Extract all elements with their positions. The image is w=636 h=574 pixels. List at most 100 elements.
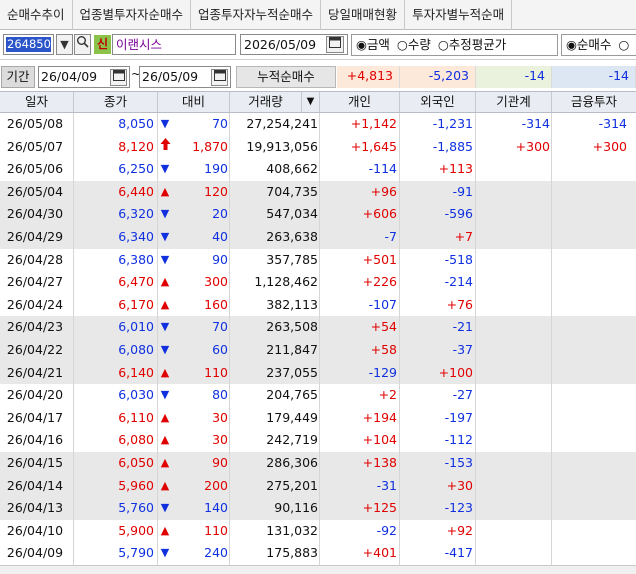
row-institution: [476, 452, 550, 475]
row-institution: [476, 407, 550, 430]
tab-sector-investor-net-buy[interactable]: 업종별투자자순매수: [73, 0, 192, 30]
header-institution[interactable]: 기관계: [476, 92, 552, 112]
table-row[interactable]: 26/04/30 6,320 ▼ 20 547,034 +606 -596: [0, 203, 636, 226]
row-change: 140: [204, 500, 228, 516]
row-foreign: -197: [444, 409, 473, 425]
radio-quantity[interactable]: ○수량: [397, 37, 431, 52]
row-foreign: -123: [444, 500, 473, 516]
row-change: 160: [204, 296, 228, 312]
row-financial: [552, 362, 627, 385]
column-divider: [551, 113, 552, 565]
table-row[interactable]: 26/05/08 8,050 ▼ 70 27,254,241 +1,142 -1,231 -3…: [0, 113, 636, 136]
header-date[interactable]: 일자: [0, 92, 74, 112]
row-date: 26/04/14: [6, 477, 64, 493]
row-date: 26/04/16: [6, 432, 64, 448]
row-institution: [476, 181, 550, 204]
row-arrow-icon: ▲: [160, 297, 170, 311]
header-foreign[interactable]: 외국인: [400, 92, 476, 112]
table-row[interactable]: 26/04/20 6,030 ▼ 80 204,765 +2 -27: [0, 384, 636, 407]
table-row[interactable]: 26/04/22 6,080 ▼ 60 211,847 +58 -37: [0, 338, 636, 362]
tab-bar: 순매수추이 업종별투자자순매수 업종투자자누적순매수 당일매매현황 투자자별누적…: [0, 0, 636, 30]
table-row[interactable]: 26/04/28 6,380 ▼ 90 357,785 +501 -518: [0, 249, 636, 272]
row-foreign: -1,885: [432, 138, 473, 154]
row-change: 110: [204, 364, 228, 380]
row-foreign: -112: [444, 432, 473, 448]
volume-dropdown-icon[interactable]: ▼: [302, 92, 320, 112]
table-row[interactable]: 26/05/04 6,440 ▲ 120 704,735 +96 -91: [0, 180, 636, 204]
row-close: 5,790: [118, 545, 154, 561]
header-change[interactable]: 대비: [158, 92, 230, 112]
row-date: 26/04/28: [6, 251, 64, 267]
stock-code-input[interactable]: 264850: [3, 34, 54, 55]
row-arrow-icon: ▼: [160, 388, 170, 402]
search-icon[interactable]: [74, 34, 91, 55]
calendar-icon[interactable]: [326, 36, 344, 53]
period-label: 기간: [1, 66, 35, 88]
row-date: 26/04/21: [6, 364, 64, 380]
end-calendar-icon[interactable]: [211, 69, 228, 86]
row-foreign: -153: [444, 454, 473, 470]
stock-code-value: 264850: [6, 37, 51, 52]
table-row[interactable]: 26/04/29 6,340 ▼ 40 263,638 -7 +7: [0, 225, 636, 249]
table-row[interactable]: 26/04/21 6,140 ▲ 110 237,055 -129 +100: [0, 361, 636, 385]
row-date: 26/04/13: [6, 500, 64, 516]
radio-other[interactable]: ○: [618, 37, 629, 52]
table-row[interactable]: 26/04/13 5,760 ▼ 140 90,116 +125 -123: [0, 497, 636, 520]
table-row[interactable]: 26/04/24 6,170 ▲ 160 382,113 -107 +76: [0, 294, 636, 317]
table-row[interactable]: 26/04/09 5,790 ▼ 240 175,883 +401 -417: [0, 542, 636, 565]
row-financial: [552, 452, 627, 475]
table-row[interactable]: 26/05/06 6,250 ▼ 190 408,662 -114 +113: [0, 158, 636, 181]
row-date: 26/04/22: [6, 341, 64, 357]
chevron-down-icon[interactable]: ▼: [56, 34, 73, 55]
upper-limit-icon: [158, 136, 172, 159]
tab-sector-investor-cumulative[interactable]: 업종투자자누적순매수: [191, 0, 322, 30]
row-change: 90: [212, 454, 228, 470]
row-change: 40: [212, 228, 228, 244]
header-individual[interactable]: 개인: [320, 92, 400, 112]
table-row[interactable]: 26/05/07 8,120 1,870 19,913,056 +1,645 -1,885…: [0, 136, 636, 159]
row-close: 6,340: [118, 228, 154, 244]
table-row[interactable]: 26/04/10 5,900 ▲ 110 131,032 -92 +92: [0, 520, 636, 543]
row-financial: [552, 429, 627, 452]
header-financial[interactable]: 금융투자: [552, 92, 636, 112]
row-institution: [476, 384, 550, 407]
start-date-value: 26/04/09: [41, 69, 98, 84]
table-row[interactable]: 26/04/17 6,110 ▲ 30 179,449 +194 -197: [0, 407, 636, 430]
stock-name-field[interactable]: 이랜시스: [112, 34, 236, 55]
row-change: 60: [212, 341, 228, 357]
row-change: 200: [204, 477, 228, 493]
row-close: 5,900: [118, 522, 154, 538]
row-volume: 286,306: [266, 454, 318, 470]
row-foreign: -417: [444, 545, 473, 561]
table-row[interactable]: 26/04/23 6,010 ▼ 70 263,508 +54 -21: [0, 316, 636, 339]
row-close: 6,140: [118, 364, 154, 380]
header-volume[interactable]: 거래량: [230, 92, 302, 112]
row-financial: [552, 181, 627, 204]
row-institution: [476, 249, 550, 272]
row-volume: 90,116: [274, 500, 318, 516]
row-date: 26/04/15: [6, 454, 64, 470]
tab-investor-cumulative[interactable]: 투자자별누적순매: [405, 0, 513, 30]
table-row[interactable]: 26/04/15 6,050 ▲ 90 286,306 +138 -153: [0, 451, 636, 475]
row-date: 26/05/06: [6, 161, 64, 177]
start-calendar-icon[interactable]: [110, 69, 127, 86]
row-arrow-icon: ▼: [160, 229, 170, 243]
table-row[interactable]: 26/04/14 5,960 ▲ 200 275,201 -31 +30: [0, 474, 636, 498]
header-close[interactable]: 종가: [74, 92, 158, 112]
row-individual: +226: [362, 274, 397, 290]
tab-net-buy-trend[interactable]: 순매수추이: [0, 0, 73, 30]
row-volume: 547,034: [266, 206, 318, 222]
row-change: 300: [204, 274, 228, 290]
row-institution: [476, 475, 550, 498]
row-institution: [476, 226, 550, 249]
cumulative-financial: -14: [552, 66, 636, 88]
table-row[interactable]: 26/04/16 6,080 ▲ 30 242,719 +104 -112: [0, 429, 636, 452]
table-row[interactable]: 26/04/27 6,470 ▲ 300 1,128,462 +226 -214: [0, 271, 636, 294]
tab-daily-trading-status[interactable]: 당일매매현황: [321, 0, 406, 30]
radio-amount[interactable]: ◉금액: [356, 37, 390, 52]
row-close: 6,110: [118, 409, 154, 425]
table-body: 26/05/08 8,050 ▼ 70 27,254,241 +1,142 -1,231 -3…: [0, 113, 636, 565]
cumulative-mode-label[interactable]: 누적순매수: [236, 66, 336, 88]
radio-estimated-avg[interactable]: ○추정평균가: [438, 37, 506, 52]
radio-net-buy[interactable]: ◉순매수: [566, 37, 611, 52]
